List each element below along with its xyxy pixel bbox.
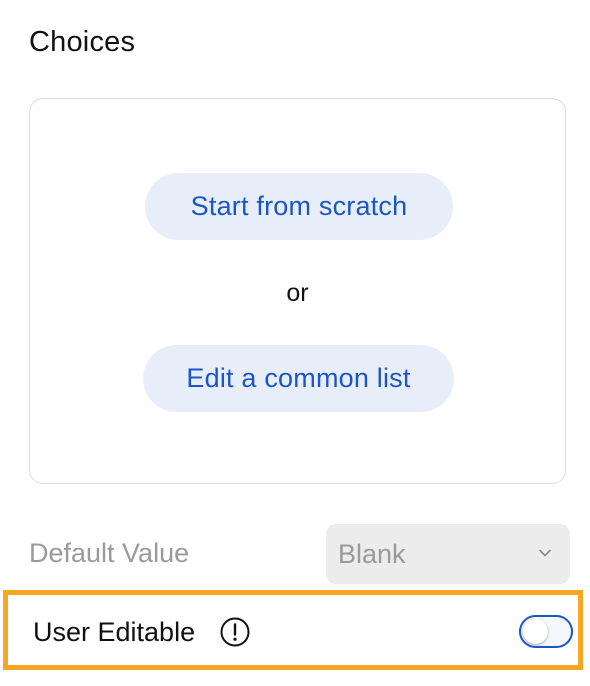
- default-value-selected: Blank: [338, 539, 406, 569]
- choices-panel: Start from scratch or Edit a common list: [29, 98, 566, 484]
- edit-common-list-button[interactable]: Edit a common list: [143, 345, 454, 412]
- info-circle-icon[interactable]: [219, 616, 251, 648]
- user-editable-label: User Editable: [33, 617, 196, 647]
- choices-title: Choices: [29, 26, 136, 58]
- or-separator: or: [286, 279, 309, 307]
- toggle-knob: [523, 619, 548, 644]
- start-from-scratch-button[interactable]: Start from scratch: [145, 173, 453, 240]
- default-value-label: Default Value: [29, 538, 190, 568]
- user-editable-row: User Editable: [3, 590, 583, 670]
- default-value-select[interactable]: Blank: [326, 524, 570, 584]
- chevron-down-icon: [539, 549, 551, 557]
- user-editable-toggle[interactable]: [519, 615, 573, 648]
